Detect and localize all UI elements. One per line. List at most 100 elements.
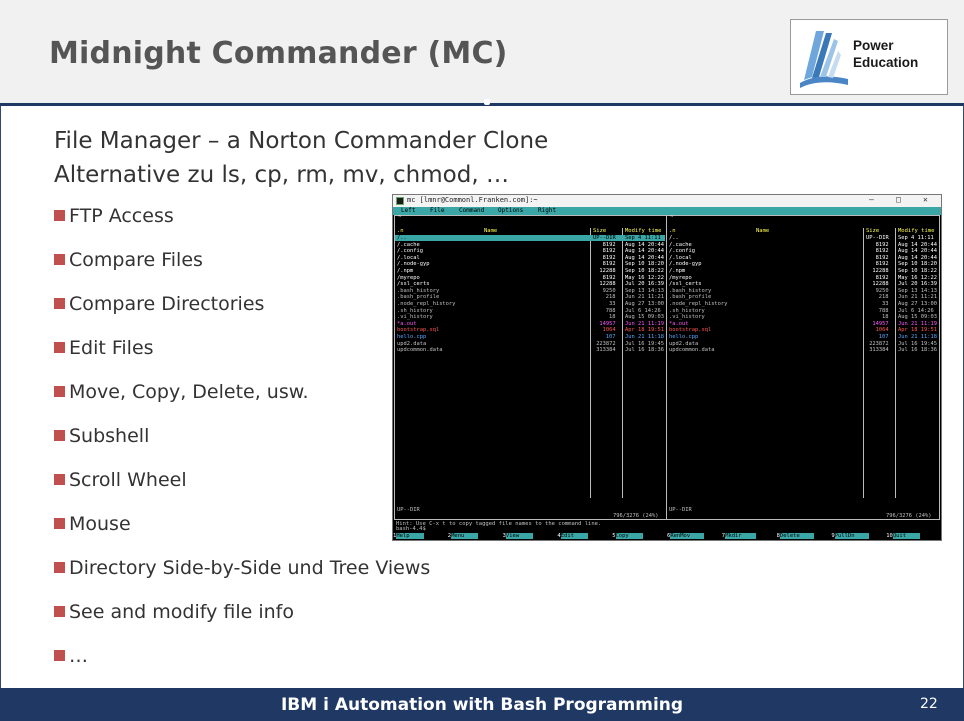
menu-command[interactable]: Command <box>459 207 484 215</box>
file-name[interactable]: /ssl_certs <box>397 281 429 288</box>
file-name[interactable]: .bash_history <box>669 288 711 295</box>
file-name[interactable]: /.cache <box>397 242 420 249</box>
file-size: 313384 <box>596 347 616 354</box>
file-name[interactable]: hello.cpp <box>669 334 698 341</box>
bullet-text: See and modify file info <box>69 601 294 623</box>
col-header-name: Name <box>484 228 498 234</box>
column-separator <box>622 228 623 498</box>
file-mtime: Apr 18 19:51 <box>898 327 937 334</box>
file-name[interactable]: *a.out <box>669 321 688 328</box>
fkey-menu[interactable]: 2Menu <box>447 532 479 540</box>
fkey-copy[interactable]: 5Copy <box>612 532 643 540</box>
file-size: 107 <box>878 334 889 340</box>
file-name[interactable]: /.. <box>669 235 679 242</box>
subtitle-line-1: File Manager – a Norton Commander Clone <box>54 128 549 154</box>
fkey-pulldn[interactable]: 9PullDn <box>831 532 869 540</box>
bullet-square-icon <box>54 254 65 265</box>
terminal-titlebar: mc [lmnr@Commonl.Franken.com]:~ – □ ✕ <box>393 195 941 207</box>
fkey-delete[interactable]: 8Delete <box>776 532 814 540</box>
file-size: 313384 <box>869 347 889 354</box>
minimize-icon[interactable]: – <box>869 195 874 204</box>
file-mtime: Jul 16 18:36 <box>898 347 937 354</box>
file-name[interactable]: bootstrap.sql <box>397 327 439 334</box>
file-name[interactable]: /.config <box>669 248 695 255</box>
file-size: 12288 <box>599 281 616 288</box>
file-size: 9250 <box>602 287 616 294</box>
file-name[interactable]: .bash_profile <box>397 294 439 301</box>
column-separator <box>895 228 896 498</box>
terminal-window-title: mc [lmnr@Commonl.Franken.com]:~ <box>407 196 538 204</box>
bullet-text: Mouse <box>69 513 131 535</box>
fkey-renmov[interactable]: 6RenMov <box>667 532 705 540</box>
file-size: 18 <box>609 314 616 321</box>
menu-left[interactable]: Left <box>401 207 415 215</box>
bullet-item: Subshell <box>54 425 149 447</box>
function-key-bar: 1Help 2Menu 3View 4Edit 5Copy 6RenMov 7Mkdir 8D… <box>393 532 941 540</box>
file-name[interactable]: bootstrap.sql <box>669 327 711 334</box>
file-mtime: Sep 10 18:20 <box>625 261 664 268</box>
fkey-view[interactable]: 3View <box>502 532 534 540</box>
file-name[interactable]: /.node-gyp <box>669 261 701 268</box>
file-size: 12288 <box>872 281 889 288</box>
mc-menubar: Left File Command Options Right <box>393 207 941 215</box>
file-size: 223872 <box>869 340 889 347</box>
file-name[interactable]: updcommon.data <box>669 347 714 354</box>
file-size: 1064 <box>602 327 616 334</box>
file-name[interactable]: .sh_history <box>669 308 705 315</box>
file-name[interactable]: /.local <box>397 255 420 262</box>
file-name[interactable]: .node_repl_history <box>397 301 455 308</box>
file-name[interactable]: upd2.data <box>397 341 426 348</box>
menu-file[interactable]: File <box>430 207 444 215</box>
file-name[interactable]: /ssl_certs <box>669 281 701 288</box>
file-name[interactable]: updcommon.data <box>397 347 442 354</box>
file-name[interactable]: /.cache <box>669 242 692 249</box>
col-header-n: .n <box>669 228 676 234</box>
bullet-text: Compare Directories <box>69 293 265 315</box>
bullet-text: Subshell <box>69 425 150 447</box>
file-size: 14957 <box>599 320 616 327</box>
file-name[interactable]: /.config <box>397 248 423 255</box>
file-name[interactable]: .bash_profile <box>669 294 711 301</box>
file-name[interactable]: /.npm <box>397 268 413 275</box>
file-name[interactable]: .vi_history <box>669 314 705 321</box>
fkey-quit[interactable]: 10Quit <box>886 532 921 540</box>
file-mtime: Jul 20 16:39 <box>898 281 937 288</box>
file-name[interactable]: /.. <box>397 235 407 242</box>
panel-status-updir: UP--DIR <box>669 507 692 513</box>
file-mtime: Jun 21 11:19 <box>625 320 664 327</box>
file-mtime: Jul 16 18:36 <box>625 347 664 354</box>
maximize-icon[interactable]: □ <box>896 195 901 204</box>
menu-options[interactable]: Options <box>498 207 523 215</box>
close-icon[interactable]: ✕ <box>923 195 928 204</box>
file-mtime: Aug 15 09:03 <box>898 314 937 321</box>
file-name[interactable]: /myrepo <box>397 275 420 282</box>
file-name[interactable]: /.npm <box>669 268 685 275</box>
fkey-help[interactable]: 1Help <box>393 532 424 540</box>
file-name[interactable]: /.node-gyp <box>397 261 429 268</box>
bullet-item: Edit Files <box>54 337 154 359</box>
bullet-text: FTP Access <box>69 205 174 227</box>
subtitle-line-2: Alternative zu ls, cp, rm, mv, chmod, … <box>54 162 509 188</box>
header-divider-knob <box>484 99 490 105</box>
fkey-edit[interactable]: 4Edit <box>557 532 588 540</box>
fkey-mkdir[interactable]: 7Mkdir <box>721 532 756 540</box>
file-name[interactable]: upd2.data <box>669 341 698 348</box>
column-separator <box>590 228 591 498</box>
fkey-label: View <box>505 533 534 539</box>
file-name[interactable]: /.local <box>669 255 692 262</box>
column-separator <box>863 228 864 498</box>
file-name[interactable]: .node_repl_history <box>669 301 727 308</box>
file-name[interactable]: .vi_history <box>397 314 433 321</box>
logo-line-2: Education <box>853 55 919 70</box>
file-mtime: Sep 4 11:11 <box>625 235 661 241</box>
fkey-label: RenMov <box>670 533 705 539</box>
file-size: 1064 <box>875 327 889 334</box>
file-name[interactable]: /myrepo <box>669 275 692 282</box>
file-name[interactable]: .bash_history <box>397 288 439 295</box>
menu-right[interactable]: Right <box>538 207 556 215</box>
file-name[interactable]: .sh_history <box>397 308 433 315</box>
file-name[interactable]: *a.out <box>397 321 416 328</box>
file-name[interactable]: hello.cpp <box>397 334 426 341</box>
bullet-item: See and modify file info <box>54 601 294 623</box>
mc-hint-line: Hint: Use C-x t to copy tagged file name… <box>396 521 602 527</box>
